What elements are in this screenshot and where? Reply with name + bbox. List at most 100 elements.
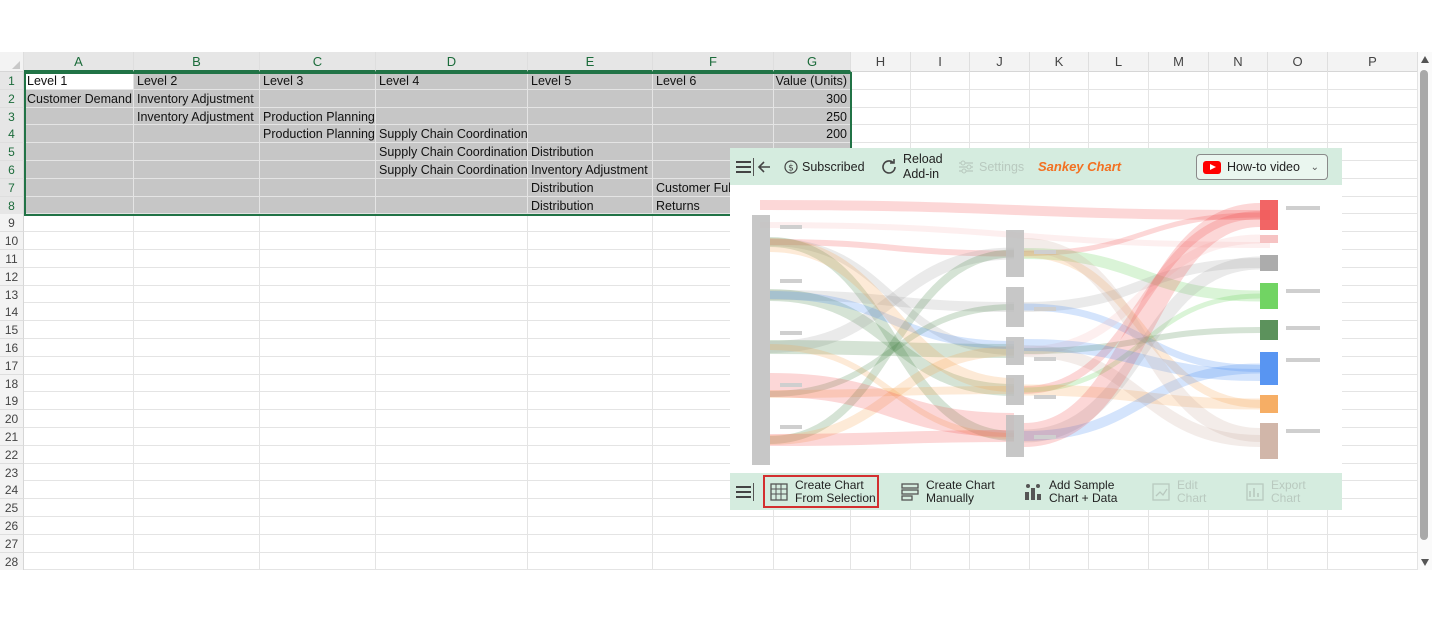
- row-header-28[interactable]: 28: [0, 552, 24, 570]
- column-header-a[interactable]: A: [24, 52, 134, 72]
- scroll-thumb[interactable]: [1420, 70, 1428, 540]
- row-header-19[interactable]: 19: [0, 392, 24, 411]
- column-header-l[interactable]: L: [1089, 52, 1149, 72]
- column-header-p[interactable]: P: [1328, 52, 1418, 72]
- row-header-10[interactable]: 10: [0, 232, 24, 251]
- column-header-k[interactable]: K: [1030, 52, 1089, 72]
- cell-g3[interactable]: 250: [774, 108, 851, 126]
- row-header-13[interactable]: 13: [0, 285, 24, 304]
- row-header-17[interactable]: 17: [0, 356, 24, 375]
- column-header-b[interactable]: B: [134, 52, 260, 72]
- row-header-4[interactable]: 4: [0, 125, 24, 144]
- cell-b2[interactable]: Inventory Adjustment: [134, 90, 260, 108]
- cell-e6[interactable]: Inventory Adjustment: [528, 161, 653, 179]
- cell-e1[interactable]: Level 5: [528, 72, 653, 90]
- sankey-node: [752, 269, 770, 321]
- column-header-j[interactable]: J: [970, 52, 1030, 72]
- column-header-e[interactable]: E: [528, 52, 653, 72]
- row-header-3[interactable]: 3: [0, 107, 24, 126]
- create-man-label-1: Create Chart: [926, 477, 995, 492]
- column-header-m[interactable]: M: [1149, 52, 1209, 72]
- export-chart-button[interactable]: Export Chart: [1245, 475, 1306, 508]
- sankey-label-placeholder: [1034, 307, 1056, 311]
- create-chart-from-selection-button[interactable]: Create Chart From Selection: [763, 475, 879, 508]
- scroll-up-icon[interactable]: [1421, 56, 1429, 63]
- row-header-24[interactable]: 24: [0, 481, 24, 500]
- sankey-node: [1260, 200, 1278, 230]
- row-header-1[interactable]: 1: [0, 72, 24, 90]
- row-header-2[interactable]: 2: [0, 89, 24, 108]
- column-header-g[interactable]: G: [774, 52, 851, 72]
- row-header-11[interactable]: 11: [0, 250, 24, 268]
- sankey-label-placeholder: [1034, 395, 1056, 399]
- cell-g1[interactable]: Value (Units): [774, 72, 851, 90]
- sankey-node: [1260, 423, 1278, 459]
- column-header-n[interactable]: N: [1209, 52, 1268, 72]
- add-sample-label-2: Chart + Data: [1049, 490, 1118, 505]
- scroll-down-icon[interactable]: [1421, 559, 1429, 566]
- column-header-o[interactable]: O: [1268, 52, 1328, 72]
- howto-video-dropdown[interactable]: How-to video ⌄: [1196, 154, 1328, 180]
- back-button[interactable]: [757, 148, 775, 185]
- row-header-22[interactable]: 22: [0, 445, 24, 464]
- sankey-label-placeholder: [780, 425, 802, 429]
- cell-a2[interactable]: Customer Demand: [24, 90, 134, 108]
- cell-d4[interactable]: Supply Chain Coordination: [376, 125, 528, 143]
- row-header-18[interactable]: 18: [0, 374, 24, 393]
- column-header-d[interactable]: D: [376, 52, 528, 72]
- sankey-label-placeholder: [1286, 358, 1320, 362]
- row-header-16[interactable]: 16: [0, 339, 24, 357]
- chevron-down-icon: ⌄: [1310, 161, 1319, 173]
- cell-a1[interactable]: Level 1: [24, 72, 134, 90]
- add-sample-chart-button[interactable]: Add Sample Chart + Data: [1023, 475, 1117, 508]
- bottom-menu-button[interactable]: [734, 473, 752, 510]
- export-label-2: Chart: [1271, 490, 1301, 505]
- column-header-f[interactable]: F: [653, 52, 774, 72]
- row-header-23[interactable]: 23: [0, 463, 24, 482]
- row-header-21[interactable]: 21: [0, 428, 24, 446]
- row-header-12[interactable]: 12: [0, 267, 24, 286]
- reload-addin-button[interactable]: Reload Add-in: [880, 148, 943, 185]
- row-header-7[interactable]: 7: [0, 178, 24, 197]
- cell-e5[interactable]: Distribution: [528, 143, 653, 161]
- cell-d5[interactable]: Supply Chain Coordination: [376, 143, 528, 161]
- cell-c1[interactable]: Level 3: [260, 72, 376, 90]
- subscribed-button[interactable]: $ Subscribed: [784, 148, 865, 185]
- row-header-8[interactable]: 8: [0, 196, 24, 215]
- row-header-6[interactable]: 6: [0, 161, 24, 179]
- cell-f1[interactable]: Level 6: [653, 72, 774, 90]
- menu-button[interactable]: [734, 148, 752, 185]
- column-header-i[interactable]: I: [911, 52, 970, 72]
- sliders-icon: [959, 160, 973, 173]
- cell-c3[interactable]: Production Planning: [260, 108, 376, 126]
- row-header-25[interactable]: 25: [0, 499, 24, 518]
- cell-g2[interactable]: 300: [774, 90, 851, 108]
- cell-g4[interactable]: 200: [774, 125, 851, 143]
- settings-button[interactable]: Settings: [958, 148, 1024, 185]
- cell-e8[interactable]: Distribution: [528, 197, 653, 215]
- sankey-label-placeholder: [1286, 206, 1320, 210]
- row-header-9[interactable]: 9: [0, 214, 24, 233]
- vertical-scrollbar[interactable]: [1418, 52, 1432, 570]
- row-header-20[interactable]: 20: [0, 410, 24, 429]
- row-header-14[interactable]: 14: [0, 303, 24, 322]
- row-header-27[interactable]: 27: [0, 534, 24, 553]
- column-header-c[interactable]: C: [260, 52, 376, 72]
- sankey-node: [1260, 235, 1278, 243]
- cell-c4[interactable]: Production Planning: [260, 125, 376, 143]
- cell-d1[interactable]: Level 4: [376, 72, 528, 90]
- select-all-corner[interactable]: [0, 52, 24, 72]
- cell-b1[interactable]: Level 2: [134, 72, 260, 90]
- row-header-5[interactable]: 5: [0, 143, 24, 162]
- column-header-h[interactable]: H: [851, 52, 911, 72]
- cell-e7[interactable]: Distribution: [528, 179, 653, 197]
- sankey-label-placeholder: [1034, 435, 1056, 439]
- cell-b3[interactable]: Inventory Adjustment: [134, 108, 260, 126]
- grid-line: [24, 533, 1418, 535]
- create-chart-manually-button[interactable]: Create Chart Manually: [900, 475, 995, 508]
- sankey-label-placeholder: [1286, 326, 1320, 330]
- row-header-15[interactable]: 15: [0, 321, 24, 340]
- edit-chart-button[interactable]: Edit Chart: [1151, 475, 1206, 508]
- cell-d6[interactable]: Supply Chain Coordination: [376, 161, 528, 179]
- row-header-26[interactable]: 26: [0, 517, 24, 535]
